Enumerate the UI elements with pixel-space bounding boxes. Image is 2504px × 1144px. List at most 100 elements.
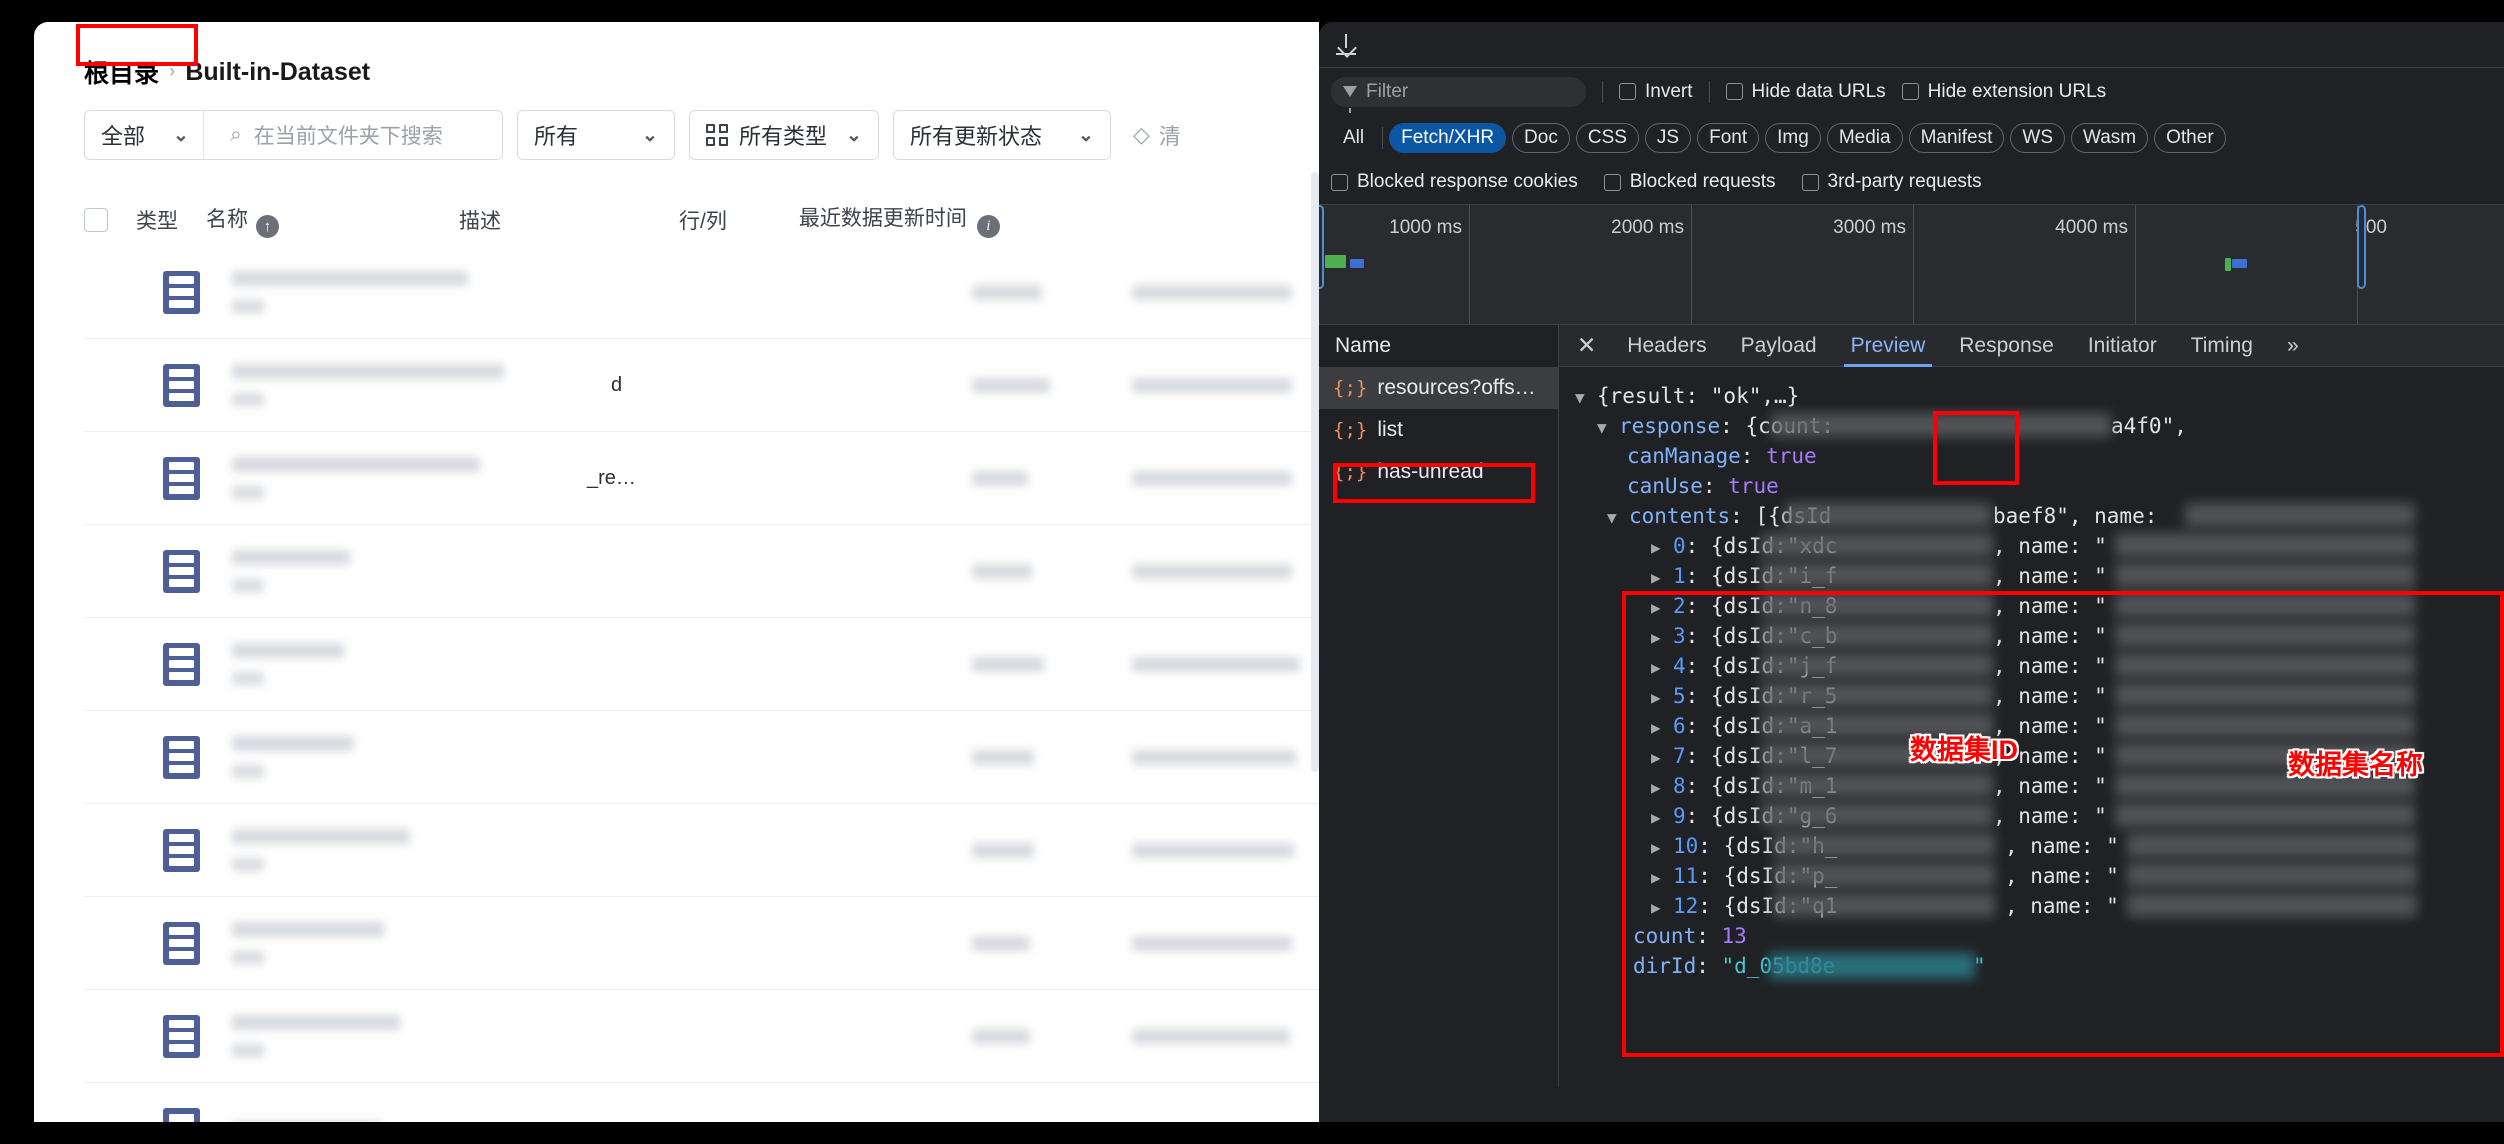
dataset-icon [163, 270, 200, 314]
invert-checkbox[interactable]: Invert [1619, 81, 1693, 103]
app-scrollbar[interactable] [1311, 172, 1319, 772]
scope-select[interactable]: 全部 ⌄ [85, 111, 204, 159]
download-icon[interactable] [1333, 32, 1359, 58]
breadcrumb-current[interactable]: Built-in-Dataset [185, 58, 370, 87]
info-icon[interactable]: i [976, 215, 1000, 238]
tree-line-item[interactable]: ▶4: {dsId:"j_f , name: " [1575, 651, 2504, 681]
pill-media[interactable]: Media [1826, 122, 1903, 153]
column-rows-cols[interactable]: 行/列 [679, 205, 727, 235]
disclosure-triangle-icon[interactable]: ▶ [1651, 863, 1673, 893]
third-party-requests-checkbox[interactable]: 3rd-party requests [1801, 171, 1982, 193]
disclosure-triangle-icon[interactable]: ▶ [1651, 653, 1673, 683]
clear-filters-button[interactable]: ◇ 清 [1125, 119, 1181, 151]
column-name[interactable]: 名称 ↑ [206, 203, 279, 238]
table-row[interactable] [84, 897, 1319, 990]
disclosure-triangle-icon[interactable]: ▶ [1651, 743, 1673, 773]
tree-item-name-key: , name: " [1993, 684, 2107, 708]
pill-all[interactable]: All [1331, 123, 1376, 153]
table-row[interactable] [84, 804, 1319, 897]
update-status-select[interactable]: 所有更新状态 ⌄ [892, 110, 1111, 160]
tab-preview[interactable]: Preview [1834, 325, 1943, 367]
tree-line-item[interactable]: ▶6: {dsId:"a_1 , name: " [1575, 711, 2504, 741]
pill-fetch-xhr[interactable]: Fetch/XHR [1389, 122, 1507, 153]
tree-line-item[interactable]: ▶0: {dsId:"xdc , name: " [1575, 531, 2504, 561]
tree-line-root[interactable]: ▼ {result: "ok",…} [1575, 381, 2504, 411]
disclosure-triangle-icon[interactable]: ▶ [1651, 833, 1673, 863]
tree-line-item[interactable]: ▶5: {dsId:"r_5 , name: " [1575, 681, 2504, 711]
sort-asc-icon[interactable]: ↑ [256, 214, 279, 238]
column-last-update[interactable]: 最近数据更新时间 i [799, 202, 1000, 238]
type-select[interactable]: 所有类型 ⌄ [688, 110, 879, 160]
disclosure-triangle-icon[interactable]: ▶ [1651, 773, 1673, 803]
hide-data-urls-checkbox[interactable]: Hide data URLs [1725, 81, 1886, 103]
timeline-right-handle[interactable] [2357, 205, 2366, 289]
search-input[interactable]: ⌕ 在当前文件夹下搜索 [214, 120, 502, 150]
tabs-overflow-icon[interactable]: » [2270, 325, 2316, 367]
disclosure-triangle-icon[interactable]: ▶ [1651, 593, 1673, 623]
dataset-updated-cell [1131, 563, 1319, 579]
close-icon[interactable]: ✕ [1559, 332, 1610, 359]
hide-extension-urls-checkbox[interactable]: Hide extension URLs [1901, 81, 2106, 103]
tree-line-item[interactable]: ▶1: {dsId:"i_f , name: " [1575, 561, 2504, 591]
disclosure-triangle-icon[interactable]: ▶ [1651, 563, 1673, 593]
select-all-checkbox[interactable] [84, 208, 108, 232]
disclosure-triangle-icon[interactable]: ▼ [1597, 413, 1619, 443]
owner-select[interactable]: 所有 ⌄ [516, 110, 675, 160]
disclosure-triangle-icon[interactable]: ▼ [1607, 503, 1629, 533]
request-row-has-unread[interactable]: {;} has-unread [1319, 451, 1558, 493]
breadcrumb-root[interactable]: 根目录 [84, 54, 159, 90]
tree-line-response[interactable]: ▼response: {count: a4f0", [1575, 411, 2504, 441]
request-row-list[interactable]: {;} list [1319, 409, 1558, 451]
pill-other[interactable]: Other [2154, 122, 2226, 153]
disclosure-triangle-icon[interactable]: ▼ [1575, 383, 1597, 413]
pill-font[interactable]: Font [1697, 122, 1760, 153]
tab-response[interactable]: Response [1942, 325, 2071, 367]
disclosure-triangle-icon[interactable]: ▶ [1651, 533, 1673, 563]
timeline-left-handle[interactable] [1319, 205, 1324, 289]
disclosure-triangle-icon[interactable]: ▶ [1651, 713, 1673, 743]
column-type[interactable]: 类型 [136, 205, 178, 235]
tree-line-item[interactable]: ▶9: {dsId:"g_6 , name: " [1575, 801, 2504, 831]
table-row[interactable] [84, 246, 1319, 339]
blocked-response-cookies-checkbox[interactable]: Blocked response cookies [1331, 171, 1578, 193]
pill-manifest[interactable]: Manifest [1908, 122, 2005, 153]
table-row[interactable]: d [84, 339, 1319, 432]
tree-line-contents[interactable]: ▼contents: [{dsId baef8", name: [1575, 501, 2504, 531]
table-row[interactable] [84, 525, 1319, 618]
dataset-updated-cell [1131, 749, 1319, 765]
pill-img[interactable]: Img [1765, 122, 1821, 153]
pill-css[interactable]: CSS [1575, 122, 1639, 153]
disclosure-triangle-icon[interactable]: ▶ [1651, 803, 1673, 833]
tree-line-item[interactable]: ▶10: {dsId:"h_ , name: " [1575, 831, 2504, 861]
tree-line-item[interactable]: ▶11: {dsId:"p_ , name: " [1575, 861, 2504, 891]
tree-line-item[interactable]: ▶2: {dsId:"n_8 , name: " [1575, 591, 2504, 621]
table-row[interactable] [84, 618, 1319, 711]
tab-initiator[interactable]: Initiator [2071, 325, 2174, 367]
pill-wasm[interactable]: Wasm [2071, 122, 2149, 153]
scope-and-search-group: 全部 ⌄ ⌕ 在当前文件夹下搜索 [84, 110, 503, 160]
toolbar-divider [1708, 80, 1710, 103]
tree-line-item[interactable]: ▶3: {dsId:"c_b , name: " [1575, 621, 2504, 651]
network-timeline[interactable]: 1000 ms 2000 ms 3000 ms 4000 ms 500 [1319, 205, 2504, 325]
redacted-text [2127, 863, 2417, 887]
pill-ws[interactable]: WS [2010, 122, 2065, 153]
table-row[interactable] [84, 990, 1319, 1083]
blocked-requests-checkbox[interactable]: Blocked requests [1603, 171, 1776, 193]
disclosure-triangle-icon[interactable]: ▶ [1651, 683, 1673, 713]
tree-line-item[interactable]: ▶12: {dsId:"q1 , name: " [1575, 891, 2504, 921]
tab-headers[interactable]: Headers [1610, 325, 1723, 367]
column-description[interactable]: 描述 [459, 205, 501, 235]
tab-timing[interactable]: Timing [2174, 325, 2270, 367]
request-row-resources[interactable]: {;} resources?offs… [1319, 367, 1558, 409]
table-row[interactable] [84, 1083, 1319, 1122]
pill-js[interactable]: JS [1644, 122, 1692, 153]
table-row[interactable] [84, 711, 1319, 804]
table-row[interactable]: _re… [84, 432, 1319, 525]
pill-doc[interactable]: Doc [1512, 122, 1570, 153]
tab-payload[interactable]: Payload [1724, 325, 1834, 367]
disclosure-triangle-icon[interactable]: ▶ [1651, 893, 1673, 923]
network-filter-input[interactable]: Filter [1331, 76, 1586, 113]
dataset-rowcol-cell [971, 470, 1080, 486]
dataset-updated-cell [1131, 470, 1319, 486]
disclosure-triangle-icon[interactable]: ▶ [1651, 623, 1673, 653]
